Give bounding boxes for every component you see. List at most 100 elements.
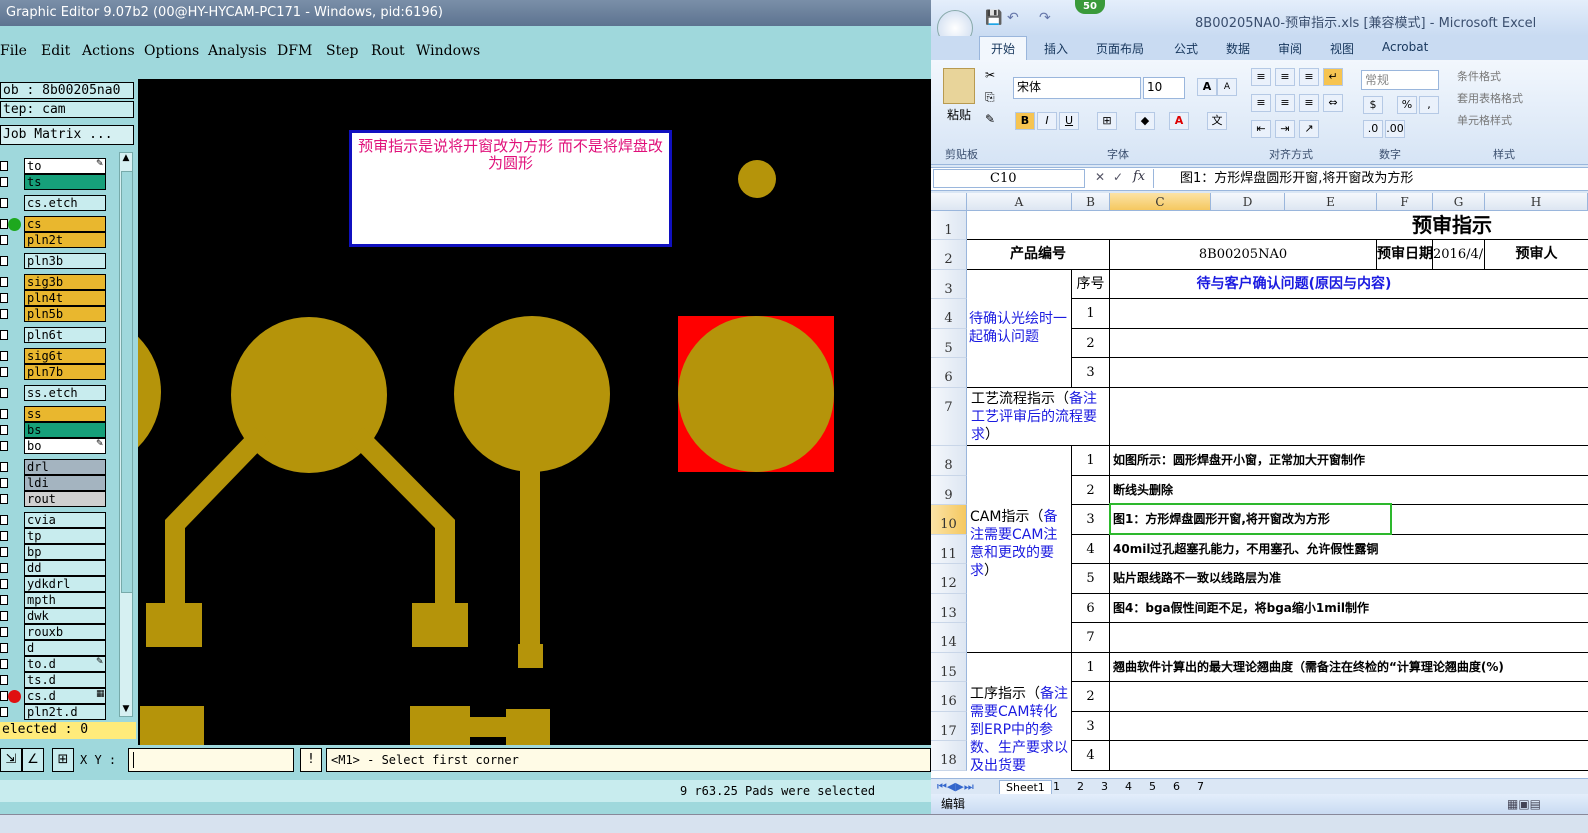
cam-seq[interactable]: 1 [1072, 446, 1110, 476]
smd-pad-5[interactable] [410, 706, 470, 746]
tab-home[interactable]: 开始 [991, 40, 1015, 57]
section-process[interactable]: 工序指示（备注需要CAM转化到ERP中的参数、生产要求以及出货要 [967, 653, 1072, 771]
layer-checkbox[interactable] [0, 219, 8, 229]
layer-row-bs[interactable]: bs [0, 422, 108, 438]
date-value[interactable]: 2016/4/12 [1433, 240, 1485, 270]
layer-label[interactable]: pln6t [24, 327, 106, 343]
layer-label[interactable]: dwk [24, 608, 106, 624]
section-process-flow[interactable]: 工艺流程指示（备注工艺评审后的流程要求） [967, 388, 1110, 446]
merge-center-icon[interactable]: ⇔ [1323, 94, 1343, 112]
layer-checkbox[interactable] [0, 547, 8, 557]
layer-label[interactable]: bs [24, 422, 106, 438]
process-seq[interactable]: 1 [1072, 653, 1110, 682]
format-painter-icon[interactable]: ✎ [985, 112, 995, 126]
font-color-icon[interactable]: A [1169, 112, 1189, 130]
layer-label[interactable]: tp [24, 528, 106, 544]
comma-button[interactable]: , [1419, 96, 1439, 114]
sheet-tab-8[interactable]: 7 [1197, 780, 1204, 793]
layer-checkbox[interactable] [0, 494, 8, 504]
layer-checkbox[interactable] [0, 515, 8, 525]
product-value[interactable]: 8B00205NA0 [1110, 240, 1377, 270]
cam-item[interactable]: 如图所示：圆形焊盘开小窗，正常加大开窗制作 [1110, 446, 1588, 476]
layer-row-bp[interactable]: bp [0, 544, 108, 560]
layer-row-pln2t-d[interactable]: pln2t.d [0, 704, 108, 720]
row-header-18[interactable]: 18 [931, 741, 967, 771]
sheet-tab-6[interactable]: 5 [1149, 780, 1156, 793]
layer-row-rout[interactable]: rout [0, 491, 108, 507]
layer-checkbox[interactable] [0, 351, 8, 361]
layer-row-ldi[interactable]: ldi [0, 475, 108, 491]
layer-label[interactable]: ss [24, 406, 106, 422]
layer-row-ss[interactable]: ss [0, 406, 108, 422]
grow-font-button[interactable]: A [1197, 78, 1217, 96]
layer-checkbox[interactable] [0, 330, 8, 340]
cam-seq[interactable]: 3 [1072, 505, 1110, 535]
redo-icon[interactable]: ↷ [1039, 10, 1051, 26]
layer-row-dd[interactable]: dd [0, 560, 108, 576]
borders-icon[interactable]: ⊞ [1097, 112, 1117, 130]
sheet-tab-5[interactable]: 4 [1125, 780, 1132, 793]
layer-row-rouxb[interactable]: rouxb [0, 624, 108, 640]
column-header-E[interactable]: E [1285, 193, 1377, 211]
layer-label[interactable]: d [24, 640, 106, 656]
row-header-3[interactable]: 3 [931, 270, 967, 299]
layer-label[interactable]: to.d [24, 656, 106, 672]
menu-step[interactable]: Step [326, 43, 358, 59]
layer-checkbox[interactable] [0, 707, 8, 717]
layer-label[interactable]: drl [24, 459, 106, 475]
layer-row-cs-etch[interactable]: cs.etch [0, 195, 108, 211]
row-header-17[interactable]: 17 [931, 712, 967, 741]
menu-options[interactable]: Options [144, 43, 199, 59]
section-cam[interactable]: CAM指示（备注需要CAM注意和更改的要求） [967, 446, 1072, 653]
sheet-title[interactable]: 预审指示 [967, 211, 1588, 240]
sheet-tab-1[interactable]: Sheet1 [999, 780, 1052, 795]
row-header-9[interactable]: 9 [931, 476, 967, 505]
layer-checkbox[interactable] [0, 441, 8, 451]
layer-row-sig3b[interactable]: sig3b [0, 274, 108, 290]
fill-color-icon[interactable]: ◆ [1135, 112, 1155, 130]
corner-cell[interactable] [931, 193, 967, 211]
row-header-15[interactable]: 15 [931, 653, 967, 682]
cam-item[interactable] [1110, 623, 1588, 653]
layer-checkbox[interactable] [0, 367, 8, 377]
indent-increase-icon[interactable]: ⇥ [1275, 120, 1295, 138]
layer-row-ts-d[interactable]: ts.d [0, 672, 108, 688]
layer-label[interactable]: ydkdrl [24, 576, 106, 592]
indent-decrease-icon[interactable]: ⇤ [1251, 120, 1271, 138]
currency-icon[interactable]: $ [1363, 96, 1383, 114]
table-format-button[interactable]: 套用表格格式 [1457, 90, 1523, 106]
row-header-4[interactable]: 4 [931, 299, 967, 329]
column-header-B[interactable]: B [1072, 193, 1110, 211]
zoom-icon[interactable]: ⇲ [0, 748, 22, 772]
layer-row-pln5b[interactable]: pln5b [0, 306, 108, 322]
tab-data[interactable]: 数据 [1226, 40, 1250, 57]
snap-grid-icon[interactable]: ⊞ [52, 748, 74, 772]
view-buttons-icon[interactable]: ▦▣▤ [1507, 794, 1541, 814]
layer-label[interactable]: pln2t [24, 232, 106, 248]
menu-windows[interactable]: Windows [416, 43, 480, 59]
align-left-icon[interactable]: ≡ [1251, 94, 1271, 112]
layer-scrollbar[interactable]: ▲ ▼ [119, 152, 133, 717]
column-header-F[interactable]: F [1377, 193, 1433, 211]
smd-pad-2[interactable] [412, 603, 468, 647]
row-header-1[interactable]: 1 [931, 211, 967, 240]
product-label[interactable]: 产品编号 [967, 240, 1110, 270]
shrink-font-button[interactable]: A [1217, 78, 1237, 96]
layer-row-d[interactable]: d [0, 640, 108, 656]
sheet-tab-2[interactable]: 1 [1053, 780, 1060, 793]
layer-checkbox[interactable] [0, 388, 8, 398]
layer-checkbox[interactable] [0, 409, 8, 419]
paste-icon[interactable] [943, 68, 975, 104]
confirm-item[interactable] [1110, 358, 1588, 388]
smd-pad-3[interactable] [518, 644, 543, 668]
section-confirm[interactable]: 待确认光绘时一起确认问题 [967, 270, 1072, 388]
confirm-item[interactable] [1110, 299, 1588, 329]
process-seq[interactable]: 4 [1072, 741, 1110, 771]
layer-checkbox[interactable] [0, 309, 8, 319]
italic-button[interactable]: I [1037, 112, 1057, 130]
smd-pad-1[interactable] [146, 603, 202, 647]
layer-label[interactable]: ldi [24, 475, 106, 491]
layer-checkbox[interactable] [0, 161, 8, 171]
layer-checkbox[interactable] [0, 462, 8, 472]
layer-label[interactable]: ss.etch [24, 385, 106, 401]
